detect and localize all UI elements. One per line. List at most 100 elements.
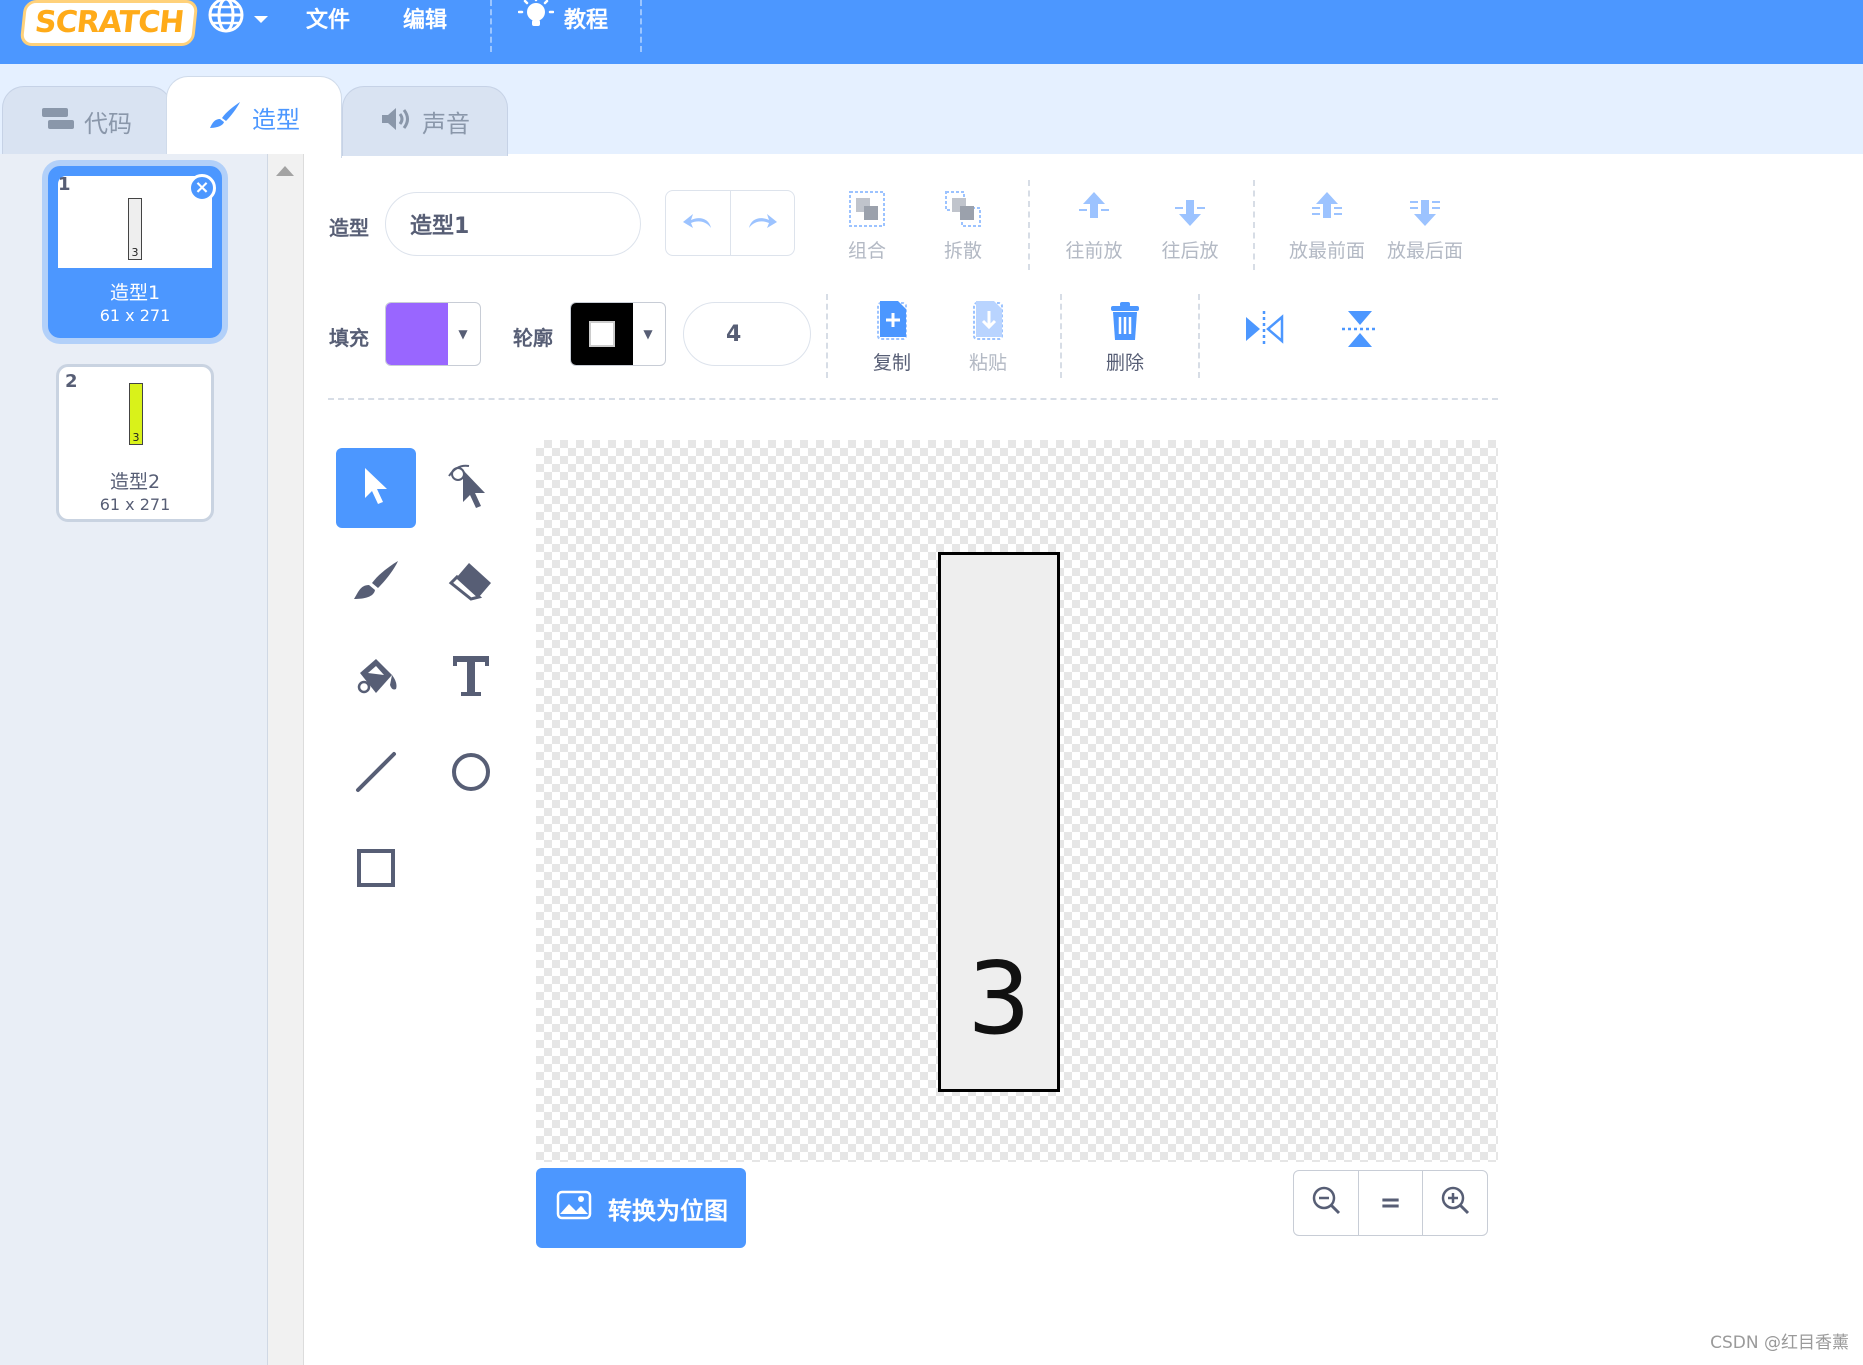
scratch-logo[interactable]: SCRATCH: [19, 0, 199, 46]
flip-horizontal-icon: [1242, 309, 1286, 354]
costume-item-1[interactable]: 3 1 × 造型1 61 x 271: [48, 166, 222, 338]
tab-code-label: 代码: [84, 110, 132, 138]
text-t-icon: [451, 654, 491, 702]
fill-dropdown-icon: ▼: [458, 327, 468, 341]
tab-costumes[interactable]: 造型: [166, 76, 342, 158]
delete-button[interactable]: 删除: [1080, 298, 1170, 375]
reshape-tool[interactable]: [431, 448, 511, 528]
tab-sounds[interactable]: 声音: [342, 86, 508, 156]
menu-divider: [640, 0, 642, 52]
paste-icon: [970, 299, 1006, 348]
move-to-front-icon: [1306, 188, 1348, 235]
costume-size: 61 x 271: [99, 495, 171, 514]
costume-name-label: 造型: [329, 216, 369, 240]
chevron-down-icon: [253, 6, 269, 31]
redo-button[interactable]: [729, 191, 795, 255]
costume-rectangle-shape[interactable]: 3: [938, 552, 1060, 1092]
copy-icon: [874, 299, 910, 348]
paintbrush-icon: [352, 559, 400, 607]
toolbar-divider: [1253, 180, 1255, 270]
move-backward-icon: [1169, 188, 1211, 235]
forward-button[interactable]: 往前放: [1049, 186, 1139, 263]
tutorials-menu[interactable]: 教程: [517, 0, 608, 36]
fill-tool[interactable]: [336, 638, 416, 718]
fill-color-swatch: [386, 303, 448, 365]
select-tool[interactable]: [336, 448, 416, 528]
costume-thumb-shape: 3: [128, 198, 142, 260]
rectangle-icon: [354, 846, 398, 894]
convert-label: 转换为位图: [608, 1196, 728, 1225]
convert-to-bitmap-button[interactable]: 转换为位图: [536, 1168, 746, 1248]
tab-bar: 代码 造型 声音: [0, 64, 1863, 158]
fill-label: 填充: [329, 326, 369, 350]
paste-label: 粘贴: [968, 352, 1007, 374]
ungroup-button[interactable]: 拆散: [918, 186, 1008, 263]
costume-name-input[interactable]: 造型1: [385, 192, 641, 256]
redo-icon: [745, 210, 779, 236]
line-icon: [354, 750, 398, 798]
group-icon: [846, 188, 888, 235]
costume-item-2[interactable]: 3 2 造型2 61 x 271: [56, 364, 214, 522]
zoom-in-button[interactable]: [1422, 1171, 1487, 1235]
costume-index: 2: [65, 371, 78, 392]
costume-name: 造型2: [109, 471, 161, 493]
circle-tool[interactable]: [431, 734, 511, 814]
tab-code[interactable]: 代码: [2, 86, 172, 156]
fill-color-picker[interactable]: ▼: [385, 302, 481, 366]
brush-tool[interactable]: [336, 543, 416, 623]
ungroup-label: 拆散: [943, 240, 982, 262]
costume-list-scrollbar[interactable]: [268, 154, 304, 1365]
outline-color-picker[interactable]: ▼: [570, 302, 666, 366]
edit-menu[interactable]: 编辑: [403, 0, 447, 36]
eraser-icon: [447, 559, 495, 607]
flip-vertical-icon: [1340, 307, 1380, 356]
undo-button[interactable]: [666, 191, 730, 255]
move-forward-icon: [1073, 188, 1115, 235]
circle-icon: [449, 750, 493, 798]
close-icon: ×: [194, 177, 210, 198]
undo-redo-group: [665, 190, 795, 256]
toolbar-divider: [1198, 294, 1200, 378]
toolbar-separator: [328, 398, 1498, 400]
outline-color-swatch: [571, 303, 633, 365]
move-to-back-icon: [1404, 188, 1446, 235]
speaker-icon: [380, 106, 412, 138]
code-blocks-icon: [42, 107, 74, 136]
globe-icon: [205, 0, 247, 42]
costume-thumbnail: 3: [65, 373, 205, 465]
costume-list: 3 1 × 造型1 61 x 271 3 2 造型2 61 x 271: [0, 154, 268, 1365]
zoom-out-button[interactable]: [1294, 1171, 1358, 1235]
back-button[interactable]: 放最后面: [1375, 186, 1475, 263]
flip-horizontal-button[interactable]: [1219, 306, 1309, 356]
text-tool[interactable]: [431, 638, 511, 718]
zoom-out-icon: [1311, 1185, 1341, 1222]
paste-button[interactable]: 粘贴: [943, 298, 1033, 375]
menu-bar: SCRATCH 文件 编辑 教程: [0, 0, 1863, 64]
toolbar-divider: [826, 294, 828, 378]
paint-canvas[interactable]: 3: [536, 440, 1498, 1162]
watermark: CSDN @红目香薰: [1710, 1333, 1849, 1353]
backward-label: 往后放: [1161, 240, 1219, 262]
copy-button[interactable]: 复制: [847, 298, 937, 375]
file-menu[interactable]: 文件: [306, 0, 350, 36]
flip-vertical-button[interactable]: [1315, 306, 1405, 356]
undo-icon: [681, 210, 715, 236]
scroll-up-arrow-icon[interactable]: [276, 166, 294, 176]
rectangle-tool[interactable]: [336, 830, 416, 910]
toolbar-divider: [1028, 180, 1030, 270]
outline-width-input[interactable]: 4: [683, 302, 811, 366]
zoom-reset-button[interactable]: =: [1357, 1171, 1423, 1235]
costume-name: 造型1: [109, 282, 161, 304]
backward-button[interactable]: 往后放: [1145, 186, 1235, 263]
line-tool[interactable]: [336, 734, 416, 814]
delete-costume-button[interactable]: ×: [188, 174, 216, 202]
language-menu[interactable]: [205, 0, 269, 36]
logo-text: SCRATCH: [19, 0, 199, 46]
costume-thumb-shape: 3: [129, 383, 143, 445]
front-button[interactable]: 放最前面: [1277, 186, 1377, 263]
copy-label: 复制: [872, 352, 911, 374]
image-icon: [556, 1190, 592, 1226]
group-button[interactable]: 组合: [822, 186, 912, 263]
tab-sounds-label: 声音: [422, 110, 470, 138]
eraser-tool[interactable]: [431, 543, 511, 623]
